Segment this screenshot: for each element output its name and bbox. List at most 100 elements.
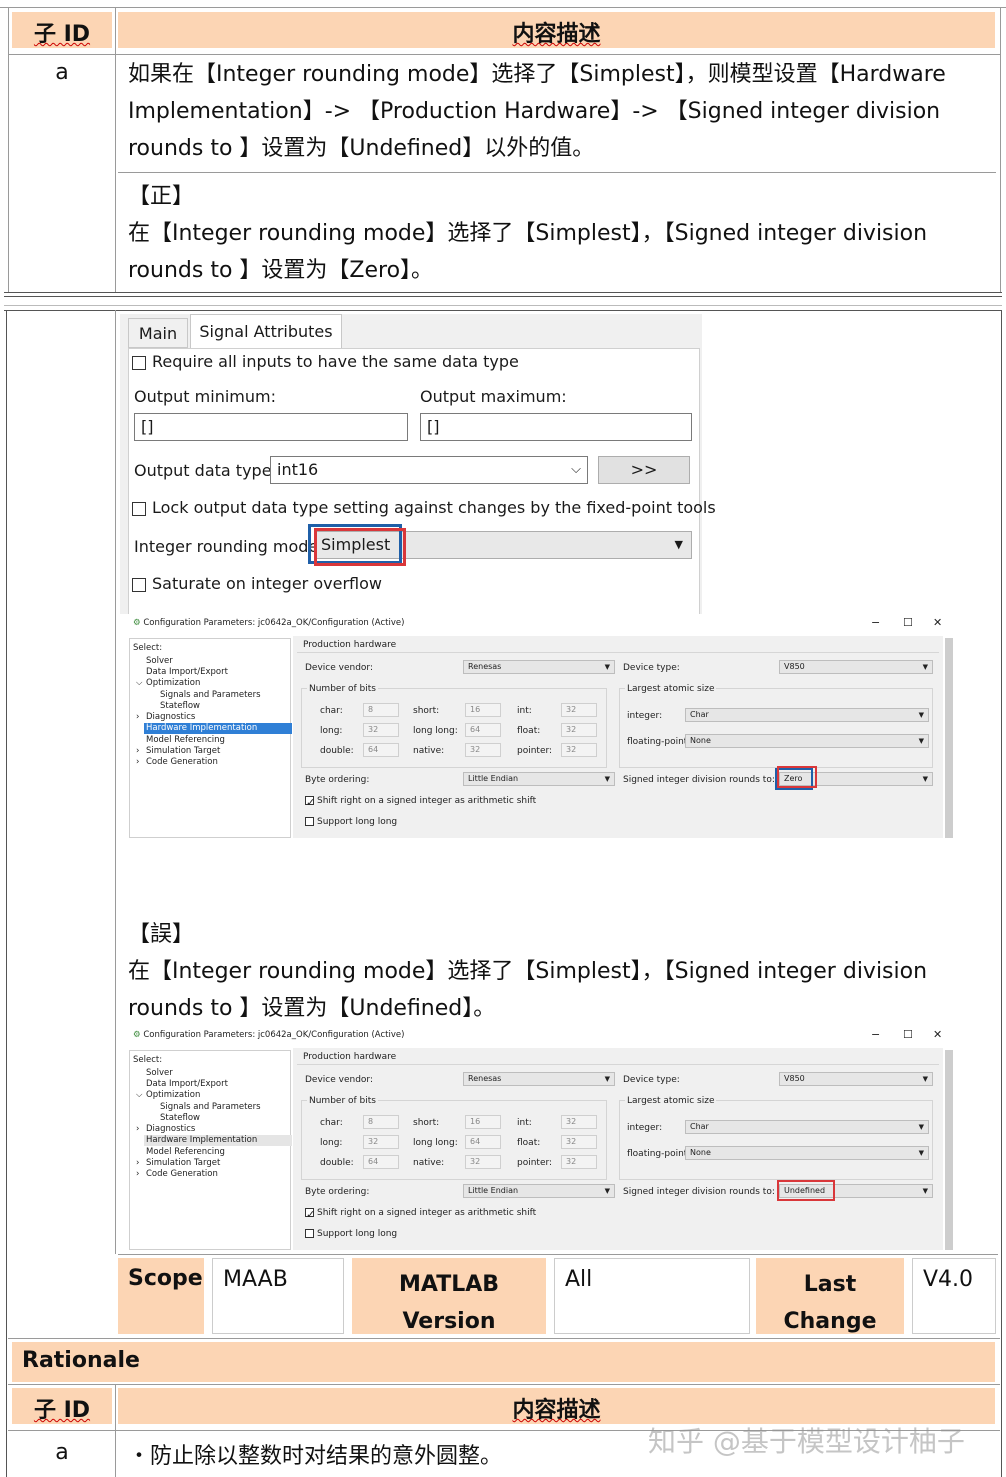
atomic-integer-select[interactable]: Char ▼ — [685, 1120, 929, 1134]
tree-item-hardware-selected[interactable]: Hardware Implementation — [144, 723, 292, 734]
scrollbar[interactable] — [945, 1050, 953, 1250]
require-same-type-label: Require all inputs to have the same data… — [152, 352, 519, 371]
output-type-select[interactable]: int16 ⌵ — [270, 456, 588, 484]
require-same-type-checkbox[interactable]: Require all inputs to have the same data… — [132, 352, 519, 371]
maximize-button[interactable]: ☐ — [903, 616, 913, 629]
vendor-select[interactable]: Renesas ▼ — [463, 660, 615, 674]
byte-order-select[interactable]: Little Endian ▼ — [463, 1184, 615, 1198]
tree-item-model-ref[interactable]: Model Referencing — [146, 735, 225, 745]
atomic-group — [619, 688, 933, 768]
saturate-checkbox[interactable]: Saturate on integer overflow — [132, 574, 382, 593]
tree-item-sim-target[interactable]: Simulation Target — [146, 1158, 220, 1168]
desc-header: 内容描述 — [118, 12, 995, 48]
tree-item-data-import[interactable]: Data Import/Export — [146, 1079, 228, 1089]
float-bits-input[interactable]: 32 — [561, 723, 597, 737]
atomic-group-title: Largest atomic size — [625, 684, 717, 694]
double-bits-input[interactable]: 64 — [363, 1155, 399, 1169]
tree-item-diagnostics[interactable]: Diagnostics — [146, 712, 195, 722]
byte-order-select[interactable]: Little Endian ▼ — [463, 772, 615, 786]
tree-item-codegen[interactable]: Code Generation — [146, 1169, 218, 1179]
device-type-select[interactable]: V850 ▼ — [779, 660, 933, 674]
minimize-button[interactable]: − — [871, 616, 880, 629]
tree-item-solver[interactable]: Solver — [146, 1068, 173, 1078]
tree-item-signals-params[interactable]: Signals and Parameters — [160, 690, 261, 700]
device-type-label: Device type: — [623, 663, 680, 673]
rounding-mode-label: Integer rounding mode: — [134, 537, 324, 556]
collapse-icon[interactable]: › — [136, 712, 139, 722]
shift-right-checkbox[interactable]: Shift right on a signed integer as arith… — [305, 1208, 536, 1218]
support-long-long-checkbox[interactable]: Support long long — [305, 817, 397, 827]
scope-value: MAAB — [212, 1258, 344, 1334]
correct-text: 在【Integer rounding mode】选择了【Simplest】，【S… — [128, 221, 928, 283]
byte-order-label: Byte ordering: — [305, 775, 370, 785]
tree-item-stateflow[interactable]: Stateflow — [160, 1113, 200, 1123]
maximize-button[interactable]: ☐ — [903, 1028, 913, 1041]
double-bits-input[interactable]: 64 — [363, 743, 399, 757]
atomic-group-title: Largest atomic size — [625, 1096, 717, 1106]
section-title: Production hardware — [303, 640, 397, 650]
longlong-bits-input[interactable]: 64 — [465, 1135, 501, 1149]
checkbox-icon — [132, 501, 146, 516]
char-bits-input[interactable]: 8 — [363, 1115, 399, 1129]
native-bits-input[interactable]: 32 — [465, 743, 501, 757]
tree-item-data-import[interactable]: Data Import/Export — [146, 667, 228, 677]
tree-item-optimization[interactable]: Optimization — [146, 678, 200, 688]
tree-item-hardware-selected[interactable]: Hardware Implementation — [144, 1135, 292, 1146]
output-max-input[interactable]: [] — [420, 413, 692, 441]
checkbox-checked-icon — [305, 796, 314, 805]
long-bits-input[interactable]: 32 — [363, 1135, 399, 1149]
output-type-value: int16 — [277, 460, 319, 479]
tree-item-model-ref[interactable]: Model Referencing — [146, 1147, 225, 1157]
collapse-icon[interactable]: › — [136, 1169, 139, 1179]
tree-item-diagnostics[interactable]: Diagnostics — [146, 1124, 195, 1134]
lock-type-label: Lock output data type setting against ch… — [152, 498, 716, 517]
char-bits-input[interactable]: 8 — [363, 703, 399, 717]
tree-item-codegen[interactable]: Code Generation — [146, 757, 218, 767]
watermark: 知乎 @基于模型设计柚子 — [648, 1425, 965, 1458]
atomic-float-select[interactable]: None ▼ — [685, 734, 929, 748]
data-type-assistant-button[interactable]: >> — [598, 456, 690, 484]
output-min-input[interactable]: [] — [134, 413, 408, 441]
long-bits-input[interactable]: 32 — [363, 723, 399, 737]
dropdown-arrow-icon: ▼ — [604, 1075, 610, 1083]
tab-main[interactable]: Main — [128, 318, 188, 348]
dropdown-arrow-icon: ▼ — [674, 538, 683, 551]
minimize-button[interactable]: − — [871, 1028, 880, 1041]
tree-item-stateflow[interactable]: Stateflow — [160, 701, 200, 711]
output-max-label: Output maximum: — [420, 387, 567, 406]
collapse-icon[interactable]: › — [136, 1158, 139, 1168]
short-bits-input[interactable]: 16 — [465, 1115, 501, 1129]
short-bits-input[interactable]: 16 — [465, 703, 501, 717]
pointer-bits-input[interactable]: 32 — [561, 743, 597, 757]
scrollbar[interactable] — [945, 638, 953, 838]
output-type-label: Output data type: — [134, 461, 277, 480]
close-button[interactable]: ✕ — [933, 1028, 942, 1041]
support-long-long-checkbox[interactable]: Support long long — [305, 1229, 397, 1239]
tree-item-solver[interactable]: Solver — [146, 656, 173, 666]
atomic-integer-select[interactable]: Char ▼ — [685, 708, 929, 722]
expand-icon[interactable]: ⌵ — [136, 1090, 142, 1100]
lock-type-checkbox[interactable]: Lock output data type setting against ch… — [132, 498, 716, 517]
int-bits-input[interactable]: 32 — [561, 703, 597, 717]
vendor-select[interactable]: Renesas ▼ — [463, 1072, 615, 1086]
native-bits-input[interactable]: 32 — [465, 1155, 501, 1169]
tree-item-optimization[interactable]: Optimization — [146, 1090, 200, 1100]
pointer-bits-input[interactable]: 32 — [561, 1155, 597, 1169]
int-bits-input[interactable]: 32 — [561, 1115, 597, 1129]
device-type-select[interactable]: V850 ▼ — [779, 1072, 933, 1086]
float-bits-input[interactable]: 32 — [561, 1135, 597, 1149]
expand-icon[interactable]: ⌵ — [136, 678, 142, 688]
vendor-label: Device vendor: — [305, 663, 374, 673]
shift-right-checkbox[interactable]: Shift right on a signed integer as arith… — [305, 796, 536, 806]
tree-item-signals-params[interactable]: Signals and Parameters — [160, 1102, 261, 1112]
collapse-icon[interactable]: › — [136, 757, 139, 767]
tab-signal-attributes[interactable]: Signal Attributes — [190, 314, 342, 348]
collapse-icon[interactable]: › — [136, 746, 139, 756]
config-tree: Select: Solver Data Import/Export ⌵ Opti… — [129, 1050, 292, 1250]
longlong-bits-input[interactable]: 64 — [465, 723, 501, 737]
atomic-float-select[interactable]: None ▼ — [685, 1146, 929, 1160]
close-button[interactable]: ✕ — [933, 616, 942, 629]
collapse-icon[interactable]: › — [136, 1124, 139, 1134]
tree-item-sim-target[interactable]: Simulation Target — [146, 746, 220, 756]
rationale-subid-text: 子 ID — [33, 1398, 91, 1423]
